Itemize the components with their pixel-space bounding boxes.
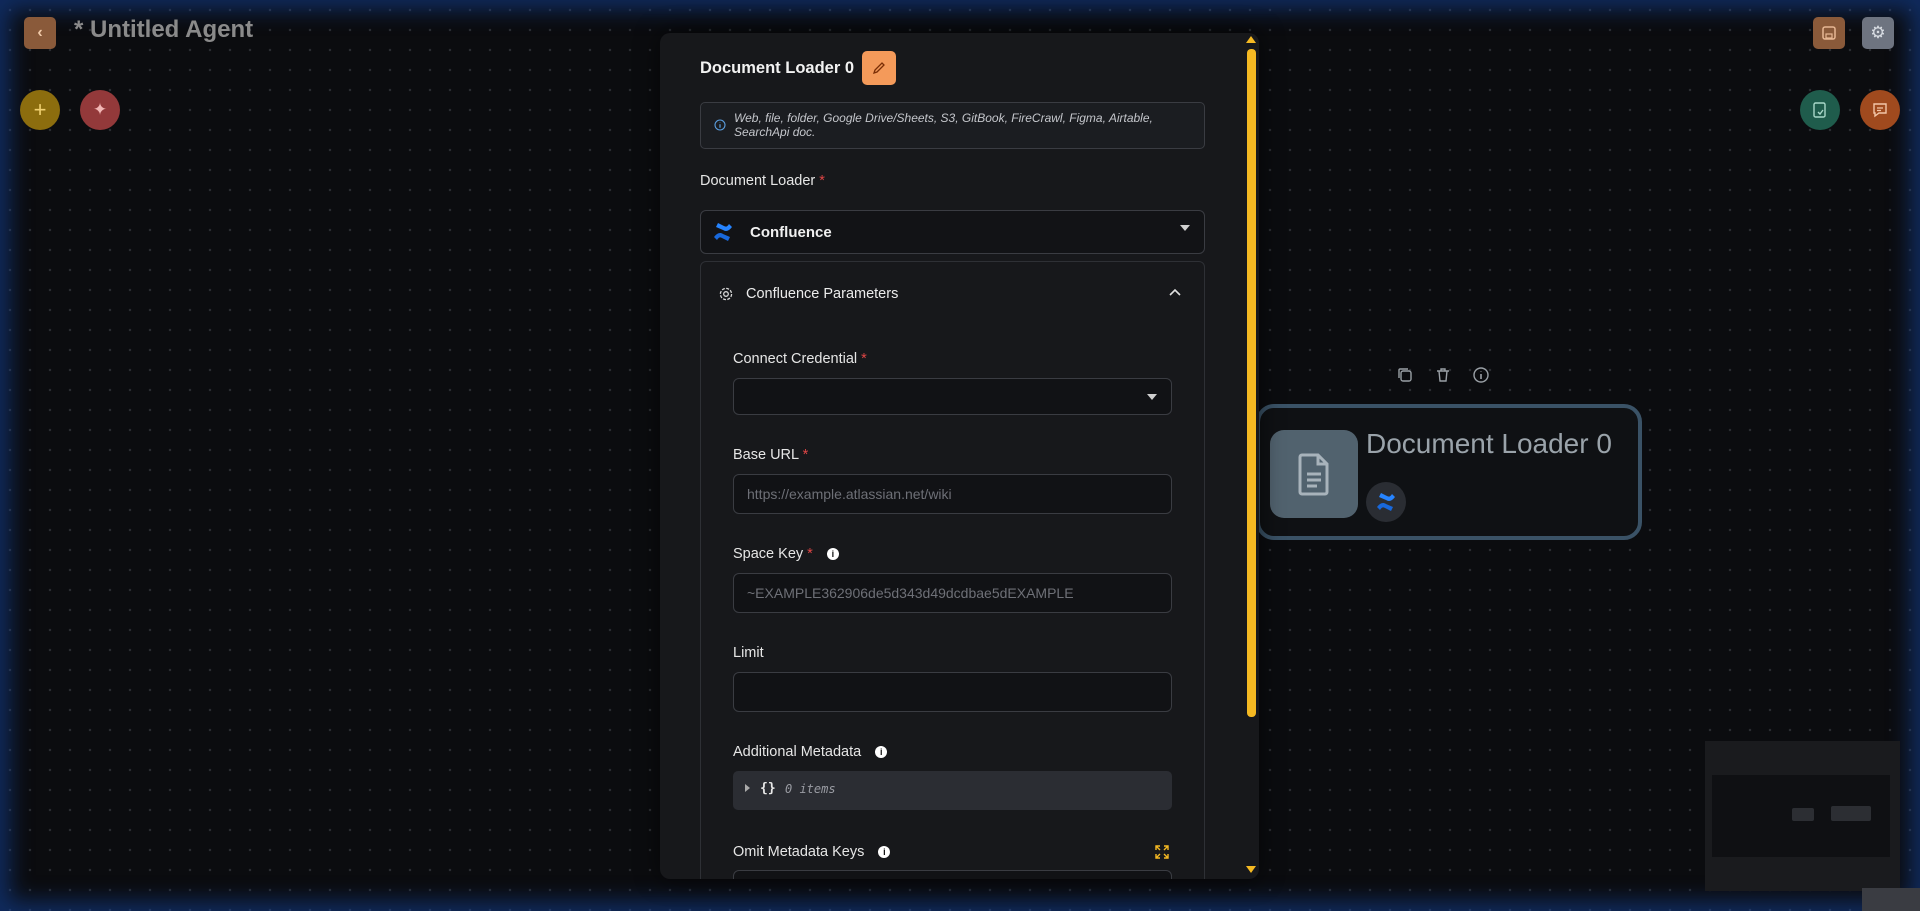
caret-down-icon: [1180, 225, 1190, 231]
node-title: Document Loader 0: [1366, 428, 1612, 459]
plus-icon: +: [33, 97, 47, 122]
confluence-params-section: Confluence Parameters Connect Credential…: [700, 261, 1205, 879]
expand-icon[interactable]: [1155, 845, 1169, 859]
info-icon: [1473, 367, 1489, 383]
minimap[interactable]: [1705, 741, 1900, 891]
chevron-up-icon: [1169, 288, 1181, 296]
panel-node-name: Document Loader 0: [700, 58, 855, 77]
back-button[interactable]: ‹: [24, 17, 56, 49]
params-header[interactable]: Confluence Parameters: [701, 262, 1204, 324]
copy-icon: [1398, 368, 1412, 382]
add-node-button[interactable]: +: [20, 90, 60, 130]
edit-name-button[interactable]: [862, 51, 897, 85]
chat-icon: [1873, 103, 1887, 118]
gear-icon: [719, 287, 733, 301]
additional-metadata-label: Additional Metadata i: [733, 744, 888, 760]
base-url-placeholder: https://example.atlassian.net/wiki: [747, 486, 952, 502]
space-key-placeholder: ~EXAMPLE362906de5d343d49dcdbae5dEXAMPLE: [747, 585, 1074, 601]
save-button[interactable]: [1813, 17, 1845, 49]
validate-button[interactable]: [1800, 90, 1840, 130]
node-copy-button[interactable]: [1396, 366, 1414, 389]
caret-down-icon: [1147, 394, 1157, 400]
info-icon: [714, 119, 726, 131]
document-loader-select[interactable]: Confluence: [700, 210, 1205, 254]
sparkle-icon: ✦: [92, 100, 108, 119]
limit-input[interactable]: [733, 672, 1172, 712]
confluence-logo-icon: [714, 223, 732, 241]
document-loader-node[interactable]: Document Loader 0: [1256, 404, 1642, 540]
omit-metadata-keys-label: Omit Metadata Keys i: [733, 844, 891, 860]
node-icon-tile: [1270, 430, 1358, 518]
save-icon: [1822, 26, 1836, 40]
document-icon: [1298, 453, 1329, 496]
chat-button[interactable]: [1860, 90, 1900, 130]
scroll-up-arrow[interactable]: [1246, 36, 1256, 43]
limit-label: Limit: [733, 645, 764, 661]
info-icon[interactable]: i: [878, 846, 891, 859]
node-config-panel: Document Loader 0 Web, file, folder, Goo…: [660, 33, 1259, 879]
caret-right-icon[interactable]: [745, 784, 750, 792]
credential-label: Connect Credential *: [733, 351, 867, 367]
info-icon[interactable]: i: [826, 548, 839, 561]
chevron-left-icon: ‹: [37, 24, 43, 41]
description-text: Web, file, folder, Google Drive/Sheets, …: [734, 111, 1153, 139]
base-url-input[interactable]: https://example.atlassian.net/wiki: [733, 474, 1172, 514]
document-loader-value: Confluence: [750, 224, 832, 241]
metadata-json-editor[interactable]: {} 0 items: [733, 771, 1172, 810]
trash-icon: [1437, 368, 1449, 382]
credential-select[interactable]: [733, 378, 1172, 415]
json-braces: {}: [760, 781, 776, 796]
settings-button[interactable]: ⚙: [1862, 17, 1894, 49]
space-key-input[interactable]: ~EXAMPLE362906de5d343d49dcdbae5dEXAMPLE: [733, 573, 1172, 613]
minimap-corner: [1862, 888, 1920, 911]
node-delete-button[interactable]: [1434, 366, 1452, 389]
info-icon[interactable]: i: [875, 746, 888, 759]
node-info-button[interactable]: [1472, 366, 1490, 389]
confluence-badge: [1366, 482, 1406, 522]
description-box: Web, file, folder, Google Drive/Sheets, …: [700, 102, 1205, 149]
agent-title[interactable]: * Untitled Agent: [74, 16, 253, 44]
confluence-logo-icon: [1377, 493, 1395, 511]
space-key-label: Space Key * i: [733, 546, 839, 562]
scroll-down-arrow[interactable]: [1246, 866, 1256, 873]
omit-metadata-keys-input[interactable]: [733, 870, 1172, 879]
params-title: Confluence Parameters: [746, 286, 899, 302]
generate-button[interactable]: ✦: [80, 90, 120, 130]
json-item-count: 0 items: [785, 782, 836, 796]
gear-icon: ⚙: [1870, 23, 1886, 42]
checklist-icon: [1813, 102, 1826, 118]
pencil-icon: [873, 62, 885, 75]
document-loader-label: Document Loader *: [700, 173, 825, 189]
base-url-label: Base URL *: [733, 447, 809, 463]
scrollbar-thumb[interactable]: [1247, 49, 1256, 717]
